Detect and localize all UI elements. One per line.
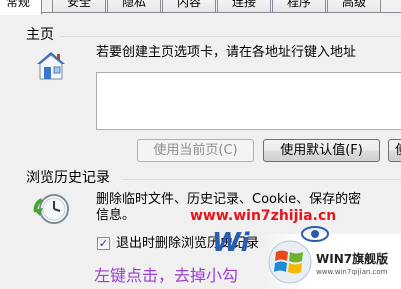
homepage-group-title: 主页 — [26, 27, 54, 43]
windows-flag-icon — [268, 240, 312, 284]
tab-connections[interactable]: 连接 — [217, 0, 271, 12]
homepage-group-line — [60, 36, 401, 37]
history-clock-icon — [33, 192, 71, 226]
homepage-description: 若要创建主页选项卡，请在各地址行键入地址 — [96, 45, 357, 60]
tab-privacy[interactable]: 隐私 — [107, 0, 161, 12]
use-current-button[interactable]: 使用当前页(C) — [137, 139, 254, 162]
use-default-button[interactable]: 使用默认值(F) — [263, 139, 380, 162]
use-blank-button[interactable]: 使 — [388, 139, 401, 162]
watermark-url: www.win7zhijia.cn — [190, 208, 337, 224]
homepage-address-field[interactable] — [96, 72, 401, 130]
delete-history-on-exit-checkbox[interactable]: ✓ — [97, 237, 110, 250]
logo-text: WIN7旗舰版 — [316, 252, 389, 266]
tab-advanced[interactable]: 高级 — [327, 0, 381, 12]
annotation-text: 左键点击，去掉小勾 — [94, 266, 239, 285]
browser-logo-icon — [300, 224, 330, 242]
tab-security[interactable]: 安全 — [52, 0, 106, 12]
tab-general[interactable]: 常规 — [0, 0, 42, 15]
history-group-title: 浏览历史记录 — [26, 170, 110, 186]
history-description-line2: 信息。 — [96, 208, 136, 223]
logo-url: www.win7qijian.com — [316, 268, 388, 276]
tab-content[interactable]: 内容 — [162, 0, 216, 12]
home-icon — [33, 48, 69, 84]
history-group-line — [122, 179, 401, 180]
watermark-big-text: Wi — [212, 228, 250, 258]
tab-bar: 常规 安全 隐私 内容 连接 程序 高级 — [0, 0, 401, 15]
tab-programs[interactable]: 程序 — [272, 0, 326, 12]
history-description-line1: 删除临时文件、历史记录、Cookie、保存的密 — [96, 192, 362, 207]
